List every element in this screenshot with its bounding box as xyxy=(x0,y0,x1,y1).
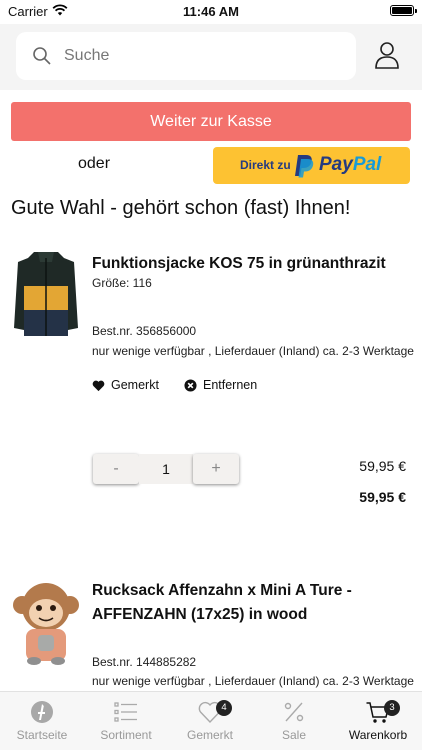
favorites-count-badge: 4 xyxy=(216,700,232,716)
list-icon xyxy=(114,702,137,722)
product-size: Größe: 116 xyxy=(92,276,152,290)
tab-label: Sortiment xyxy=(100,728,152,742)
remove-label: Entfernen xyxy=(203,378,258,392)
quantity-increase-button[interactable]: + xyxy=(193,454,239,484)
product-order-number: Best.nr. 356856000 xyxy=(92,324,197,338)
paypal-wordmark: PayPal xyxy=(319,154,381,176)
product-availability: nur wenige verfügbar , Lieferdauer (Inla… xyxy=(92,674,414,688)
header xyxy=(0,24,422,90)
product-title[interactable]: Rucksack Affenzahn x Mini A Ture - AFFEN… xyxy=(92,579,412,627)
tab-bar: Startseite Sortiment 4 Gemerkt Sale 3 Wa… xyxy=(0,691,422,750)
product-availability: nur wenige verfügbar , Lieferdauer (Inla… xyxy=(92,344,414,358)
percent-icon xyxy=(284,702,304,722)
total-price: 59,95 € xyxy=(359,489,406,505)
tab-sale[interactable]: Sale xyxy=(252,692,336,750)
heart-filled-icon xyxy=(92,380,105,391)
page-headline: Gute Wahl - gehört schon (fast) Ihnen! xyxy=(11,197,351,219)
tab-startseite[interactable]: Startseite xyxy=(0,692,84,750)
quantity-decrease-button[interactable]: - xyxy=(93,454,139,484)
quantity-value[interactable]: 1 xyxy=(139,454,193,484)
home-icon xyxy=(31,701,53,723)
favorite-button[interactable]: Gemerkt xyxy=(92,378,159,392)
checkout-button[interactable]: Weiter zur Kasse xyxy=(11,102,411,141)
tab-label: Sale xyxy=(281,728,307,742)
tab-sortiment[interactable]: Sortiment xyxy=(84,692,168,750)
status-bar: Carrier 11:46 AM xyxy=(0,0,422,24)
paypal-pal-text: Pal xyxy=(352,154,382,175)
search-icon xyxy=(33,47,51,65)
search-input[interactable] xyxy=(64,32,344,80)
unit-price: 59,95 € xyxy=(359,458,406,474)
favorite-label: Gemerkt xyxy=(111,378,159,392)
user-icon[interactable] xyxy=(373,40,401,70)
tab-label: Gemerkt xyxy=(186,728,233,742)
battery-icon xyxy=(390,5,417,16)
product-title[interactable]: Funktionsjacke KOS 75 in grünanthrazit xyxy=(92,252,412,276)
quantity-stepper: - 1 + xyxy=(93,454,239,486)
remove-icon xyxy=(184,378,197,392)
cart-count-badge: 3 xyxy=(384,700,400,716)
jacket-image[interactable] xyxy=(12,248,80,340)
or-label: oder xyxy=(78,155,111,172)
tab-label: Warenkorb xyxy=(348,728,408,742)
backpack-image[interactable] xyxy=(12,575,80,667)
remove-button[interactable]: Entfernen xyxy=(184,378,257,392)
product-order-number: Best.nr. 144885282 xyxy=(92,655,197,669)
paypal-pay-text: Pay xyxy=(319,154,353,175)
paypal-prefix: Direkt zu xyxy=(240,158,291,172)
paypal-button[interactable]: Direkt zu PayPal xyxy=(213,147,410,184)
status-time: 11:46 AM xyxy=(183,4,239,19)
tab-label: Startseite xyxy=(16,728,68,742)
tab-gemerkt[interactable]: 4 Gemerkt xyxy=(168,692,252,750)
search-bar[interactable] xyxy=(16,32,356,80)
tab-warenkorb[interactable]: 3 Warenkorb xyxy=(336,692,420,750)
paypal-logo-icon xyxy=(295,155,314,178)
